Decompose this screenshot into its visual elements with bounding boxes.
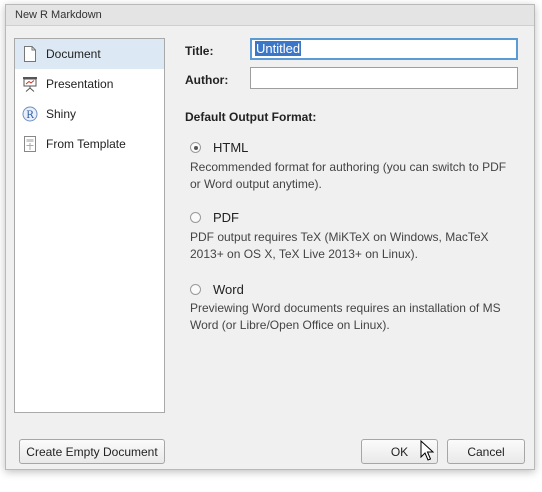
word-radio[interactable] <box>190 284 201 295</box>
template-icon <box>22 136 38 152</box>
output-format-heading: Default Output Format: <box>185 110 317 124</box>
sidebar-item-document[interactable]: Document <box>15 39 164 69</box>
word-label: Word <box>213 282 244 297</box>
html-description: Recommended format for authoring (you ca… <box>190 160 507 191</box>
format-option-word[interactable]: Word <box>190 282 244 297</box>
title-field[interactable]: Untitled <box>250 38 518 60</box>
html-label: HTML <box>213 140 249 155</box>
mouse-pointer-icon <box>420 439 435 465</box>
sidebar-item-presentation[interactable]: Presentation <box>15 69 164 99</box>
window-title: New R Markdown <box>15 9 102 21</box>
format-option-pdf[interactable]: PDF <box>190 210 239 225</box>
sidebar-item-label: Shiny <box>46 107 77 121</box>
shiny-r-icon: R <box>22 106 38 122</box>
title-bar: New R Markdown <box>6 5 534 26</box>
sidebar-item-label: Presentation <box>46 77 114 91</box>
template-type-list: Document Presentation R Shiny From Templ… <box>14 38 165 413</box>
format-option-html[interactable]: HTML <box>190 140 248 155</box>
sidebar-item-label: Document <box>46 47 101 61</box>
document-icon <box>22 46 38 62</box>
word-description: Previewing Word documents requires an in… <box>190 301 501 332</box>
sidebar-item-label: From Template <box>46 137 126 151</box>
title-label: Title: <box>185 44 214 58</box>
sidebar-item-from-template[interactable]: From Template <box>15 129 164 159</box>
sidebar-item-shiny[interactable]: R Shiny <box>15 99 164 129</box>
author-label: Author: <box>185 73 229 87</box>
presentation-icon <box>22 76 38 92</box>
cancel-button[interactable]: Cancel <box>447 439 525 464</box>
title-value: Untitled <box>255 41 302 56</box>
author-field[interactable] <box>250 67 518 89</box>
create-empty-document-button[interactable]: Create Empty Document <box>19 439 165 464</box>
pdf-radio[interactable] <box>190 212 201 223</box>
pdf-label: PDF <box>213 210 239 225</box>
html-radio[interactable] <box>190 142 201 153</box>
pdf-description: PDF output requires TeX (MiKTeX on Windo… <box>190 230 489 261</box>
svg-text:R: R <box>26 110 34 121</box>
